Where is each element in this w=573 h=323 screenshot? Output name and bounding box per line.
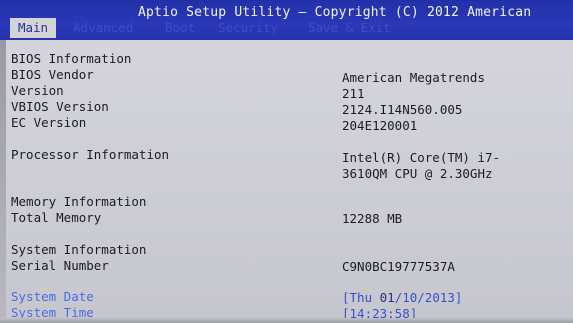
bios-info-heading: BIOS Information <box>11 51 132 66</box>
date-open: [Thu <box>342 290 380 305</box>
system-date-value[interactable]: [Thu 01/10/2013] <box>342 290 462 305</box>
tab-security[interactable]: Security <box>218 20 278 35</box>
version-value: 211 <box>342 86 365 101</box>
serial-number-value: C9N0BC19777537A <box>342 259 455 274</box>
total-memory-label: Total Memory <box>11 210 102 225</box>
left-edge-strip <box>0 40 6 323</box>
ec-version-label: EC Version <box>11 115 87 130</box>
bottom-edge <box>0 318 573 323</box>
date-month-field[interactable]: 01 <box>380 290 395 305</box>
bios-setup-screen: ​ Aptio Setup Utility – Copyright (C) 20… <box>0 0 573 323</box>
tab-save-exit[interactable]: Save & Exit <box>308 20 391 35</box>
tab-advanced[interactable]: Advanced <box>73 20 133 35</box>
date-rest: /10/2013] <box>394 290 463 305</box>
tab-boot[interactable]: Boot <box>165 20 195 35</box>
memory-info-heading: Memory Information <box>11 194 147 209</box>
system-date-label[interactable]: System Date <box>11 289 94 304</box>
corner-stamp: ​ <box>0 3 10 8</box>
processor-value-line2: 3610QM CPU @ 2.30GHz <box>342 166 493 181</box>
system-info-heading: System Information <box>11 242 147 257</box>
header-bar: ​ Aptio Setup Utility – Copyright (C) 20… <box>0 0 573 40</box>
processor-info-label: Processor Information <box>11 147 170 162</box>
vbios-version-label: VBIOS Version <box>11 99 109 114</box>
tab-main[interactable]: Main <box>10 18 56 38</box>
vbios-version-value: 2124.I14N560.005 <box>342 102 463 117</box>
version-label: Version <box>11 83 64 98</box>
header-title: Aptio Setup Utility – Copyright (C) 2012… <box>138 5 532 20</box>
ec-version-value: 204E120001 <box>342 118 418 133</box>
total-memory-value: 12288 MB <box>342 211 403 226</box>
bios-vendor-label: BIOS Vendor <box>11 67 94 82</box>
processor-value-line1: Intel(R) Core(TM) i7- <box>342 150 501 165</box>
serial-number-label: Serial Number <box>11 258 109 273</box>
bios-vendor-value: American Megatrends <box>342 70 485 85</box>
